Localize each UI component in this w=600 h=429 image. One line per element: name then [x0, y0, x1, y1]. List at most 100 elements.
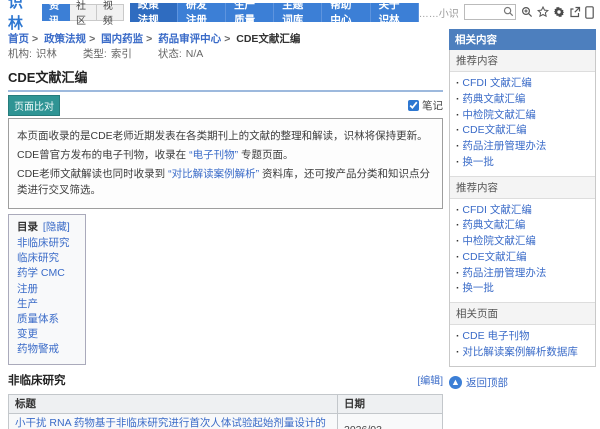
recommended-section-title-2: 推荐内容: [450, 176, 595, 199]
search-box: [464, 4, 516, 20]
sidebar-box: 推荐内容 CFDI 文献汇编 药典文献汇编 中检院文献汇编 CDE文献汇编 药品…: [449, 50, 596, 367]
page-compare-button[interactable]: 页面比对: [8, 95, 60, 116]
breadcrumb-cde[interactable]: 药品审评中心: [158, 33, 221, 45]
intro-p2-text: CDE曾官方发布的电子刊物，收录在: [17, 149, 189, 161]
note-checkbox[interactable]: [408, 100, 419, 111]
page: 识林 资讯 社区 视频 政策法规 研发注册 生产质量 主题词库 帮助中心 关于识…: [0, 0, 600, 429]
sidebar-link-case-database[interactable]: 对比解读案例解析数据库: [456, 345, 589, 361]
site-logo[interactable]: 识林: [8, 0, 34, 33]
meta-org-value: 识林: [36, 48, 57, 60]
doc-link[interactable]: 小干扰 RNA 药物基于非临床研究进行首次人体试验起始剂量设计的考虑: [15, 417, 326, 429]
nav-policy-regulations[interactable]: 政策法规: [130, 3, 178, 22]
sidebar-link-pharmacopoeia[interactable]: 药典文献汇编: [456, 92, 589, 108]
toc-item-clinical[interactable]: 临床研究: [17, 251, 75, 266]
recommended-links: CFDI 文献汇编 药典文献汇编 中检院文献汇编 CDE文献汇编 药品注册管理办…: [450, 72, 595, 176]
page-title: CDE文献汇编: [8, 65, 443, 92]
gear-icon[interactable]: [553, 6, 565, 18]
table-of-contents: 目录 [隐藏] 非临床研究 临床研究 药学 CMC 注册 生产 质量体系 变更 …: [8, 214, 86, 365]
toolbar-icons: [521, 6, 594, 19]
share-icon[interactable]: [569, 6, 581, 18]
back-to-top-button[interactable]: ▲ 返回顶部: [449, 375, 596, 390]
recommended-section-title: 推荐内容: [450, 50, 595, 72]
note-toggle[interactable]: 笔记: [408, 98, 443, 113]
main-nav: 政策法规 研发注册 生产质量 主题词库 帮助中心 关于识林: [130, 3, 419, 22]
breadcrumb-separator: >: [89, 33, 95, 45]
recommended-links-2: CFDI 文献汇编 药典文献汇编 中检院文献汇编 CDE文献汇编 药品注册管理办…: [450, 199, 595, 303]
tab-community[interactable]: 社区: [70, 4, 97, 21]
related-pages-title: 相关页面: [450, 302, 595, 325]
page-actions: 页面比对 笔记: [8, 97, 443, 113]
intro-box: 本页面收录的是CDE老师近期发表在各类期刊上的文献的整理和解读，识林将保持更新。…: [8, 118, 443, 209]
breadcrumb-domestic-regulator[interactable]: 国内药监: [101, 33, 143, 45]
breadcrumb-separator: >: [224, 33, 230, 45]
sidebar-link-e-journal[interactable]: CDE 电子刊物: [456, 329, 589, 345]
sidebar-link-cde[interactable]: CDE文献汇编: [456, 250, 589, 266]
page-meta: 机构:识林 类型: 索引 状态: N/A: [8, 46, 443, 61]
sidebar-refresh-link[interactable]: 换一批: [456, 281, 589, 297]
nav-rd-registration[interactable]: 研发注册: [178, 3, 226, 22]
toc-title: 目录: [17, 221, 38, 233]
nav-help-center[interactable]: 帮助中心: [322, 3, 370, 22]
section-edit-link[interactable]: [编辑]: [417, 372, 443, 387]
nav-about[interactable]: 关于识林: [371, 3, 419, 22]
breadcrumb-separator: >: [32, 33, 38, 45]
sidebar-link-cfdi[interactable]: CFDI 文献汇编: [456, 203, 589, 219]
mobile-icon[interactable]: [585, 6, 594, 19]
column-header-date: 日期: [338, 394, 443, 413]
e-journal-link[interactable]: “电子刊物”: [189, 149, 238, 161]
intro-paragraph-1: 本页面收录的是CDE老师近期发表在各类期刊上的文献的整理和解读，识林将保持更新。: [17, 129, 434, 144]
column-header-title: 标题: [9, 394, 338, 413]
nav-topic-glossary[interactable]: 主题词库: [274, 3, 322, 22]
breadcrumb-home[interactable]: 首页: [8, 33, 29, 45]
intro-paragraph-2: CDE曾官方发布的电子刊物，收录在 “电子刊物” 专题页面。: [17, 148, 434, 163]
sidebar-link-registration-measures[interactable]: 药品注册管理办法: [456, 139, 589, 155]
case-analysis-link[interactable]: “对比解读案例解析”: [168, 168, 259, 180]
user-greeting: ……小识: [419, 5, 459, 20]
table-row: 小干扰 RNA 药物基于非临床研究进行首次人体试验起始剂量设计的考虑 2026/…: [9, 413, 443, 429]
sidebar-link-cde[interactable]: CDE文献汇编: [456, 123, 589, 139]
doc-title-cell: 小干扰 RNA 药物基于非临床研究进行首次人体试验起始剂量设计的考虑: [9, 413, 338, 429]
toc-item-quality-system[interactable]: 质量体系: [17, 312, 75, 327]
content-type-tabs: 资讯 社区 视频: [42, 4, 124, 21]
search-icon[interactable]: [503, 6, 514, 20]
star-icon[interactable]: [537, 6, 549, 18]
nav-production-quality[interactable]: 生产质量: [226, 3, 274, 22]
zoom-in-icon[interactable]: [521, 6, 533, 18]
tab-video[interactable]: 视频: [97, 4, 124, 21]
note-label: 笔记: [422, 98, 443, 113]
sidebar-link-nifdc[interactable]: 中检院文献汇编: [456, 108, 589, 124]
breadcrumb-separator: >: [146, 33, 152, 45]
top-bar: 识林 资讯 社区 视频 政策法规 研发注册 生产质量 主题词库 帮助中心 关于识…: [0, 0, 600, 24]
meta-type-value: 索引: [111, 48, 132, 60]
documents-table: 标题 日期 小干扰 RNA 药物基于非临床研究进行首次人体试验起始剂量设计的考虑…: [8, 394, 443, 429]
sidebar-header: 相关内容: [449, 29, 596, 50]
toc-item-changes[interactable]: 变更: [17, 327, 75, 342]
meta-status-label: 状态:: [158, 48, 182, 60]
toc-item-pharmacovigilance[interactable]: 药物警戒: [17, 342, 75, 357]
meta-status-value: N/A: [186, 48, 204, 60]
intro-p3-text: CDE老师文献解读也同时收录到: [17, 168, 168, 180]
intro-paragraph-3: CDE老师文献解读也同时收录到 “对比解读案例解析” 资料库，还可按产品分类和知…: [17, 167, 434, 197]
section-header: 非临床研究 [编辑]: [8, 372, 443, 388]
meta-org: 机构:识林: [8, 46, 57, 61]
breadcrumb: 首页> 政策法规> 国内药监> 药品审评中心> CDE文献汇编: [8, 31, 300, 46]
sidebar-link-cfdi[interactable]: CFDI 文献汇编: [456, 76, 589, 92]
toc-title-row: 目录 [隐藏]: [17, 219, 75, 234]
sidebar-link-registration-measures[interactable]: 药品注册管理办法: [456, 266, 589, 282]
tab-news[interactable]: 资讯: [42, 4, 70, 21]
toc-item-production[interactable]: 生产: [17, 297, 75, 312]
meta-type-label: 类型:: [83, 48, 107, 60]
section-title: 非临床研究: [8, 372, 66, 388]
up-arrow-icon: ▲: [449, 376, 462, 389]
sidebar-link-nifdc[interactable]: 中检院文献汇编: [456, 234, 589, 250]
sidebar-link-pharmacopoeia[interactable]: 药典文献汇编: [456, 218, 589, 234]
sidebar-refresh-link[interactable]: 换一批: [456, 155, 589, 171]
toc-hide-toggle[interactable]: [隐藏]: [43, 221, 70, 233]
doc-date-cell: 2026/03: [338, 413, 443, 429]
breadcrumb-policy[interactable]: 政策法规: [44, 33, 86, 45]
toc-item-nonclinical[interactable]: 非临床研究: [17, 236, 75, 251]
related-sidebar: 相关内容 推荐内容 CFDI 文献汇编 药典文献汇编 中检院文献汇编 CDE文献…: [449, 29, 596, 390]
table-header-row: 标题 日期: [9, 394, 443, 413]
toc-item-registration[interactable]: 注册: [17, 282, 75, 297]
toc-item-cmc[interactable]: 药学 CMC: [17, 266, 75, 281]
